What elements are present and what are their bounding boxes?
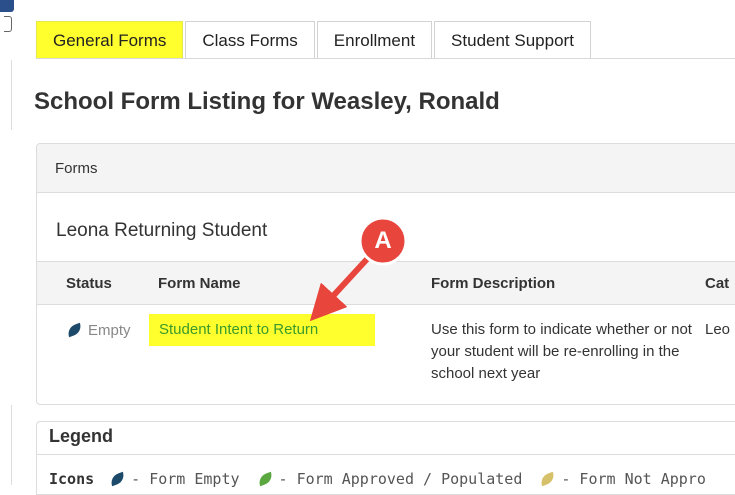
form-group-title: Leona Returning Student xyxy=(56,220,268,241)
tab-general-forms[interactable]: General Forms xyxy=(36,21,184,59)
annotation-marker-label: A xyxy=(374,227,392,254)
leaf-icon-empty xyxy=(108,471,127,487)
form-category: Leo xyxy=(705,321,731,338)
legend-panel: Legend Icons - Form Empty - Form Approve… xyxy=(36,421,735,495)
page-title: School Form Listing for Weasley, Ronald xyxy=(34,88,500,115)
leaf-icon-empty xyxy=(65,322,84,338)
column-header-form-description[interactable]: Form Description xyxy=(431,262,555,306)
divider xyxy=(11,405,12,485)
table-row: Empty Student Intent to Return Use this … xyxy=(37,305,735,404)
column-header-form-name[interactable]: Form Name xyxy=(158,262,241,306)
form-link-student-intent-to-return[interactable]: Student Intent to Return xyxy=(149,314,375,346)
forms-panel: Forms Leona Returning Student Status For… xyxy=(36,143,735,405)
legend-divider xyxy=(37,454,735,455)
legend-item-label: - Form Not Appro xyxy=(561,470,706,488)
legend-item-label: - Form Empty xyxy=(131,470,240,488)
legend-item-not-approved: - Form Not Appro xyxy=(539,470,706,488)
legend-title: Legend xyxy=(49,426,114,446)
tab-baseline xyxy=(36,58,735,59)
legend-item-label: - Form Approved / Populated xyxy=(278,470,523,488)
left-edge-strip xyxy=(0,0,14,495)
tab-enrollment[interactable]: Enrollment xyxy=(316,21,433,59)
leaf-icon-not-approved xyxy=(539,471,557,487)
notification-badge-icon[interactable] xyxy=(0,0,14,12)
legend-item-approved: - Form Approved / Populated xyxy=(256,470,523,488)
form-status: Empty xyxy=(65,320,131,340)
legend-icons-row: Icons - Form Empty - Form Approved / Pop… xyxy=(49,468,724,490)
divider xyxy=(11,60,12,130)
forms-panel-header: Forms xyxy=(37,144,735,193)
form-status-label: Empty xyxy=(88,321,131,339)
column-header-category[interactable]: Cat xyxy=(705,262,729,306)
legend-item-empty: - Form Empty xyxy=(108,470,240,488)
collapse-toggle-icon[interactable] xyxy=(4,16,12,32)
column-header-status[interactable]: Status xyxy=(66,262,112,306)
leaf-icon-approved xyxy=(256,471,274,487)
form-description: Use this form to indicate whether or not… xyxy=(431,321,692,382)
tab-class-forms[interactable]: Class Forms xyxy=(185,21,315,59)
form-tabs: General Forms Class Forms Enrollment Stu… xyxy=(36,21,593,59)
tab-student-support[interactable]: Student Support xyxy=(434,21,591,59)
legend-icons-label: Icons xyxy=(49,470,95,488)
table-header-row: Status Form Name Form Description Cat xyxy=(37,261,735,305)
